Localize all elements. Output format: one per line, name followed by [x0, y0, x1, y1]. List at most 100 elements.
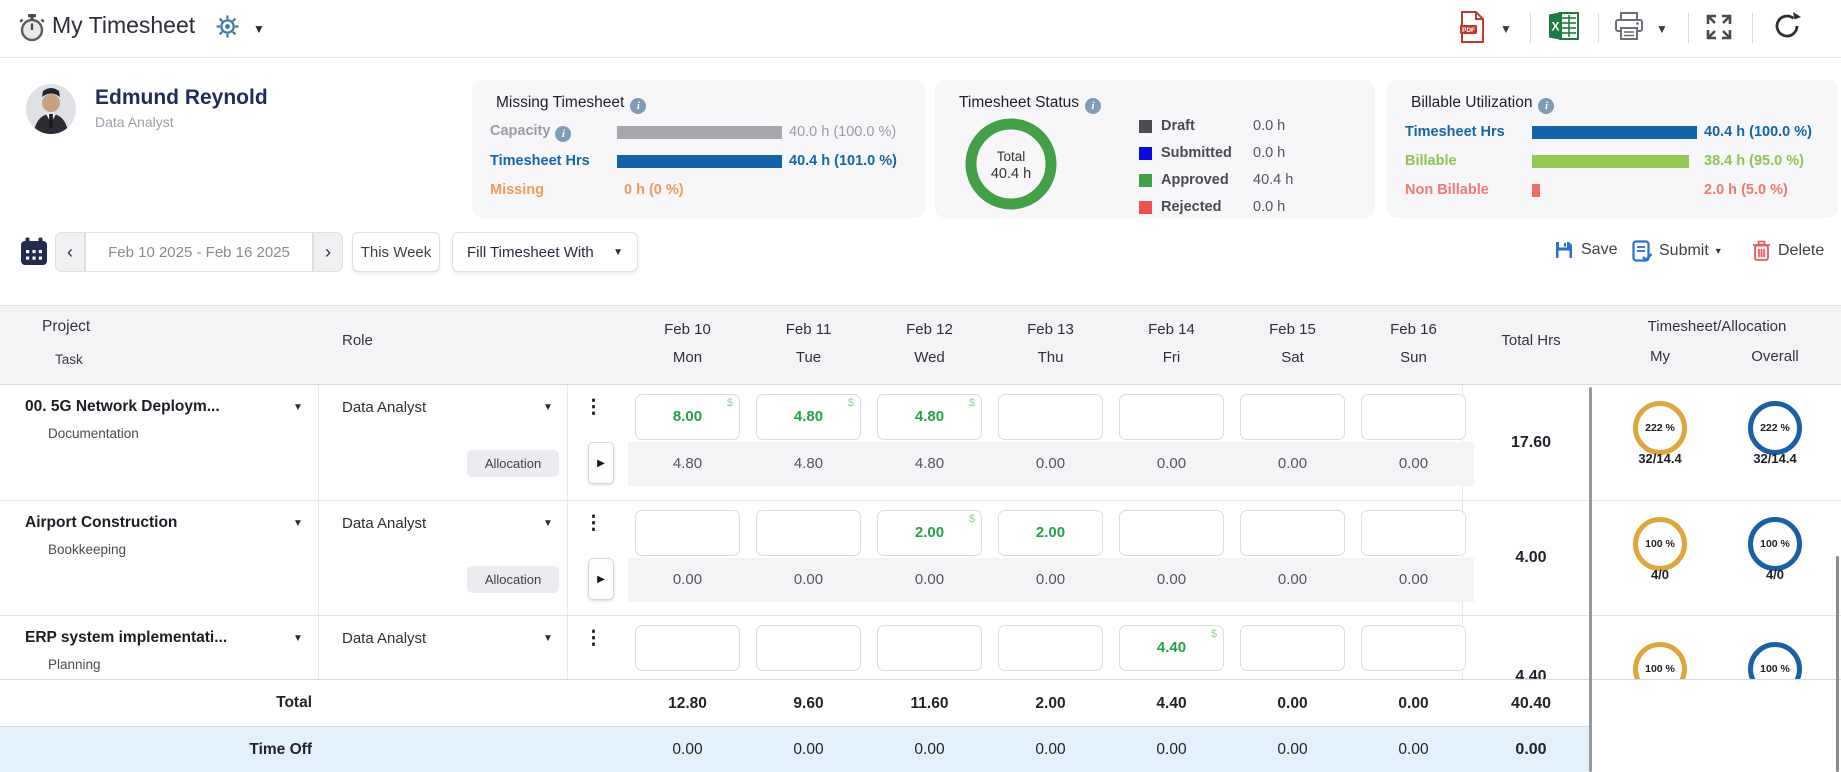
- footer-day-value: 9.60: [748, 695, 869, 713]
- info-icon[interactable]: i: [555, 126, 571, 142]
- this-week-button[interactable]: This Week: [352, 232, 440, 272]
- hours-input[interactable]: [756, 625, 861, 671]
- billable-bar-track: [1532, 155, 1697, 168]
- hours-input[interactable]: 8.00$: [635, 394, 740, 440]
- allocation-chip: Allocation: [467, 450, 559, 477]
- role-select-caret-icon[interactable]: ▼: [543, 633, 553, 644]
- hours-input[interactable]: 2.00: [998, 510, 1103, 556]
- export-excel-icon[interactable]: X: [1548, 11, 1580, 46]
- delete-button[interactable]: Delete: [1752, 240, 1824, 261]
- row-menu-kebab-icon[interactable]: ⋮: [584, 514, 603, 533]
- user-name: Edmund Reynold: [95, 86, 268, 110]
- submit-dropdown-caret-icon: ▾: [1716, 246, 1721, 257]
- role-select[interactable]: Data Analyst: [342, 515, 426, 532]
- footer-day-value: 0.00: [1111, 741, 1232, 759]
- title-dropdown-caret-icon[interactable]: ▼: [253, 22, 265, 36]
- allocation-chip: Allocation: [467, 566, 559, 593]
- hours-input[interactable]: [1361, 394, 1466, 440]
- page-vertical-scrollbar[interactable]: [1836, 556, 1839, 772]
- status-legend-item: Rejected0.0 h: [1139, 199, 1285, 215]
- legend-swatch: [1139, 120, 1152, 133]
- allocation-expander-button[interactable]: ▶: [588, 558, 614, 600]
- day-dow: Tue: [748, 349, 869, 366]
- hours-input[interactable]: [635, 510, 740, 556]
- day-header-mon: Feb 10Mon: [627, 306, 748, 386]
- hours-input[interactable]: [756, 510, 861, 556]
- role-select[interactable]: Data Analyst: [342, 630, 426, 647]
- export-pdf-icon[interactable]: PDF: [1459, 11, 1485, 48]
- timesheet-app: My Timesheet ▼ PDF ▼ X ▼ Edmund: [0, 0, 1841, 772]
- hours-input[interactable]: [998, 394, 1103, 440]
- missing-value: 40.0 h (100.0 %): [789, 124, 896, 140]
- hours-input[interactable]: [1240, 394, 1345, 440]
- hours-value: 2.00: [999, 524, 1102, 541]
- overall-utilization-ring: 222 %: [1748, 401, 1802, 455]
- refresh-icon[interactable]: [1772, 11, 1802, 46]
- hours-input[interactable]: [1361, 625, 1466, 671]
- hours-input[interactable]: [1240, 510, 1345, 556]
- total-row: Total12.809.6011.602.004.400.000.0040.40: [0, 679, 1841, 726]
- pdf-dropdown-caret-icon[interactable]: ▼: [1500, 22, 1512, 36]
- day-date: Feb 12: [869, 321, 990, 338]
- fill-timesheet-dropdown[interactable]: Fill Timesheet With ▼: [452, 232, 638, 272]
- divider: [1598, 13, 1599, 43]
- billable-dollar-icon: $: [969, 397, 975, 409]
- table-vertical-scrollbar[interactable]: [1589, 387, 1592, 772]
- task-name: Documentation: [48, 426, 139, 441]
- billable-dollar-icon: $: [1211, 628, 1217, 640]
- billable-label-text: Non Billable: [1405, 182, 1489, 198]
- allocation-expander-button[interactable]: ▶: [588, 442, 614, 484]
- next-week-button[interactable]: ›: [313, 232, 343, 272]
- fullscreen-icon[interactable]: [1705, 13, 1733, 46]
- date-range-field[interactable]: Feb 10 2025 - Feb 16 2025: [85, 232, 313, 272]
- save-button[interactable]: Save: [1554, 240, 1617, 260]
- day-dow: Sun: [1353, 349, 1474, 366]
- hours-input[interactable]: [1119, 510, 1224, 556]
- missing-value: 40.4 h (101.0 %): [789, 153, 897, 169]
- project-select-caret-icon[interactable]: ▼: [293, 633, 303, 644]
- hours-input[interactable]: 4.40$: [1119, 625, 1224, 671]
- role-select[interactable]: Data Analyst: [342, 399, 426, 416]
- hours-input[interactable]: 4.80$: [756, 394, 861, 440]
- hours-input[interactable]: [635, 625, 740, 671]
- status-donut-chart: Total40.4 h: [959, 112, 1063, 221]
- column-divider: [567, 616, 568, 679]
- allocation-value: 0.00: [627, 571, 748, 588]
- hours-value: 4.40: [1120, 639, 1223, 656]
- settings-gear-icon[interactable]: [215, 14, 240, 44]
- info-icon[interactable]: i: [630, 98, 646, 114]
- print-icon[interactable]: [1614, 12, 1644, 46]
- role-select-caret-icon[interactable]: ▼: [543, 518, 553, 529]
- total-row-label: Total: [0, 680, 312, 726]
- row-menu-kebab-icon[interactable]: ⋮: [584, 398, 603, 417]
- hours-input[interactable]: [998, 625, 1103, 671]
- submit-button[interactable]: Submit ▾: [1632, 240, 1721, 262]
- missing-row: Missing0 h (0 %): [490, 182, 684, 198]
- info-icon[interactable]: i: [1538, 98, 1554, 114]
- project-select-caret-icon[interactable]: ▼: [293, 402, 303, 413]
- hours-input[interactable]: [877, 625, 982, 671]
- calendar-icon[interactable]: [20, 237, 48, 272]
- hours-input[interactable]: 4.80$: [877, 394, 982, 440]
- hours-input[interactable]: [1361, 510, 1466, 556]
- footer-day-value: 0.00: [748, 741, 869, 759]
- billable-bar: [1532, 184, 1540, 197]
- column-divider: [318, 385, 319, 500]
- column-divider: [318, 616, 319, 679]
- missing-label-text: Timesheet Hrs: [490, 153, 590, 169]
- col-role: Role: [342, 332, 373, 349]
- hours-input[interactable]: [1119, 394, 1224, 440]
- prev-week-button[interactable]: ‹: [55, 232, 85, 272]
- info-icon[interactable]: i: [1085, 98, 1101, 114]
- col-overall: Overall: [1715, 348, 1835, 365]
- day-date: Feb 11: [748, 321, 869, 338]
- hours-input[interactable]: 2.00$: [877, 510, 982, 556]
- print-dropdown-caret-icon[interactable]: ▼: [1656, 22, 1668, 36]
- row-menu-kebab-icon[interactable]: ⋮: [584, 629, 603, 648]
- avatar: [26, 84, 76, 139]
- hours-input[interactable]: [1240, 625, 1345, 671]
- allocation-value: 0.00: [1353, 455, 1474, 472]
- role-select-caret-icon[interactable]: ▼: [543, 402, 553, 413]
- my-utilization-ring: 100 %: [1633, 517, 1687, 571]
- project-select-caret-icon[interactable]: ▼: [293, 518, 303, 529]
